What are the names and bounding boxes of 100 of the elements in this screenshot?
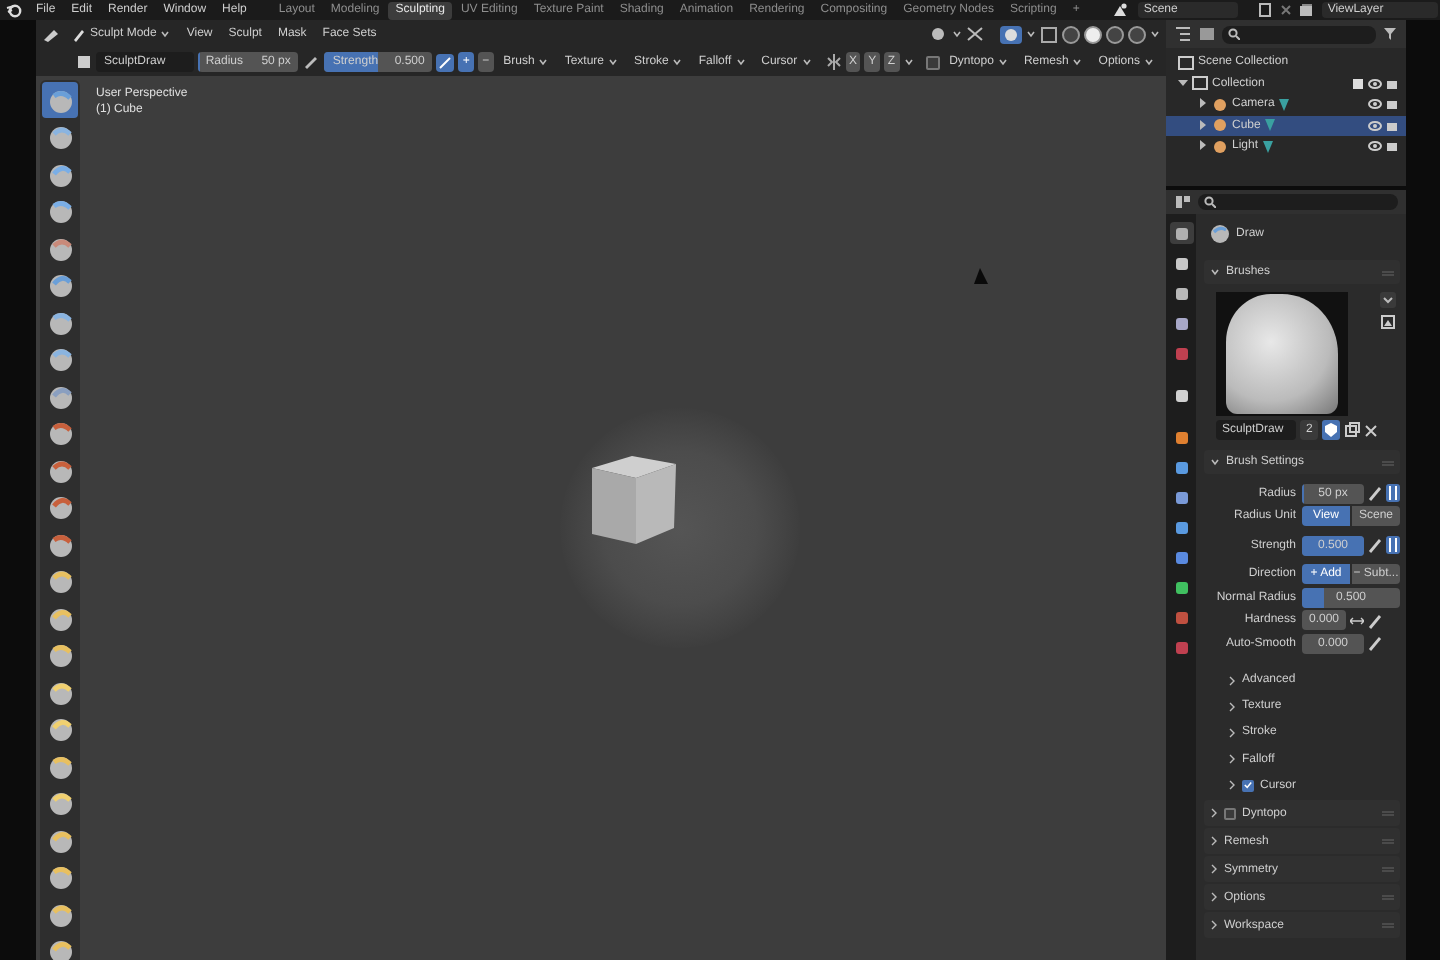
sculpt-brush-icon — [47, 642, 73, 668]
filter-icon[interactable] — [1382, 26, 1398, 42]
overlay-icon[interactable] — [1000, 25, 1022, 43]
sculpt-brush-icon — [47, 124, 73, 150]
duplicate-icon[interactable] — [1344, 422, 1361, 438]
sculpt-brush-icon — [47, 531, 73, 557]
sculpt-brush-icon — [47, 938, 73, 960]
sculpt-brush-icon — [47, 383, 73, 409]
eye-icon[interactable] — [1368, 98, 1382, 111]
sculpt-brush-icon — [47, 568, 73, 594]
sculpt-brush-icon — [47, 87, 73, 113]
fake-user-shield-icon[interactable] — [1322, 420, 1341, 440]
layers-icon[interactable] — [1297, 2, 1316, 18]
sculpt-brush-icon — [47, 309, 73, 335]
checkbox[interactable] — [1242, 779, 1254, 792]
chevron-icon — [1210, 864, 1218, 875]
caret-icon[interactable] — [1380, 292, 1396, 308]
chevron-icon — [1210, 836, 1218, 847]
display-mode-icon[interactable] — [1174, 26, 1192, 42]
properties-tab[interactable] — [1169, 222, 1193, 244]
sculpt-brush-icon — [47, 235, 73, 261]
sculpt-brush-icon — [47, 272, 73, 298]
close-icon[interactable] — [1364, 423, 1379, 437]
caret-icon — [672, 58, 683, 66]
sculpt-brush-icon — [47, 346, 73, 372]
sculpt-brush-icon — [1210, 224, 1230, 244]
sculpt-brush-icon[interactable] — [42, 26, 62, 42]
caret-icon — [608, 58, 619, 66]
expand-arrow-icon[interactable] — [1198, 119, 1208, 132]
chevron-icon — [1228, 780, 1236, 791]
caret-icon — [160, 30, 171, 38]
copy-icon[interactable] — [1257, 2, 1274, 18]
close-icon[interactable] — [1279, 4, 1292, 16]
sculpt-brush-icon — [47, 605, 73, 631]
caret-icon — [1072, 58, 1083, 66]
properties-tab-icon — [1173, 387, 1189, 403]
sculpt-brush-icon — [47, 198, 73, 224]
jitter-icon[interactable] — [1386, 484, 1400, 503]
pressure-pen-icon[interactable] — [1368, 536, 1382, 555]
sculpt-brush-icon — [47, 901, 73, 927]
sculpt-brush-icon — [47, 827, 73, 853]
caret-icon — [903, 58, 914, 66]
sculpt-brush-icon — [47, 864, 73, 890]
brush-preset-icon[interactable] — [76, 54, 92, 70]
sculpt-brush-icon — [47, 753, 73, 779]
sculpt-brush-icon — [47, 494, 73, 520]
caret-icon — [735, 58, 746, 66]
blender-logo-icon — [6, 2, 22, 18]
checkbox-icon[interactable] — [1352, 77, 1364, 90]
search-icon — [1204, 196, 1216, 208]
sculpt-brush-icon — [47, 457, 73, 483]
expand-arrow-icon[interactable] — [1198, 140, 1208, 153]
caret-icon — [801, 58, 812, 66]
brush-icon — [72, 27, 86, 41]
editor-type-icon[interactable] — [1174, 194, 1192, 210]
shading-mode-button[interactable] — [1128, 25, 1146, 43]
eye-icon[interactable] — [1368, 119, 1382, 132]
checkbox[interactable] — [1224, 807, 1236, 820]
pressure-pen-icon[interactable] — [302, 53, 321, 71]
chevron-icon — [1228, 675, 1236, 686]
caret-icon — [538, 58, 549, 66]
chevron-icon — [1228, 727, 1236, 738]
brush-preview-image[interactable] — [1216, 292, 1348, 416]
chevron-icon — [1210, 808, 1218, 819]
shading-mode-button[interactable] — [1062, 25, 1080, 43]
chevron-icon — [1210, 892, 1218, 903]
pressure-pen-icon[interactable] — [1368, 484, 1382, 503]
shading-mode-button[interactable] — [1084, 25, 1102, 43]
eye-icon[interactable] — [1368, 140, 1382, 153]
scene-icon[interactable] — [1111, 2, 1130, 18]
eye-icon[interactable] — [1368, 77, 1382, 90]
chevron-icon — [1210, 920, 1218, 931]
chevron-icon — [1228, 754, 1236, 765]
caret-icon — [1210, 458, 1220, 466]
shading-mode-button[interactable] — [1106, 25, 1124, 43]
search-icon — [1228, 28, 1240, 40]
dyntopo-checkbox[interactable] — [925, 55, 940, 69]
sculpt-brush-icon — [47, 679, 73, 705]
symmetry-icon[interactable] — [825, 54, 842, 70]
sculpt-brush-icon — [47, 716, 73, 742]
caret-icon — [1150, 30, 1160, 38]
sculpt-brush-icon — [47, 790, 73, 816]
image-icon[interactable] — [1380, 314, 1396, 330]
caret-icon — [1143, 58, 1154, 66]
expand-arrow-icon[interactable] — [1178, 77, 1188, 90]
double-arrow-icon — [1350, 615, 1364, 626]
sculpt-brush-icon — [47, 161, 73, 187]
chevron-icon — [1228, 701, 1236, 712]
expand-arrow-icon[interactable] — [1198, 98, 1208, 111]
view-object-types-icon[interactable] — [930, 26, 948, 42]
caret-icon — [1026, 30, 1036, 38]
search-field[interactable] — [1222, 25, 1376, 43]
caret-icon — [952, 30, 962, 38]
mouse-cursor-icon — [970, 266, 990, 286]
caret-icon — [1210, 268, 1220, 276]
view-icon[interactable] — [1198, 26, 1216, 42]
xray-icon[interactable] — [1040, 25, 1058, 43]
jitter-icon[interactable] — [1386, 536, 1400, 555]
gizmo-icon[interactable] — [966, 26, 984, 42]
search-field[interactable] — [1198, 194, 1398, 210]
